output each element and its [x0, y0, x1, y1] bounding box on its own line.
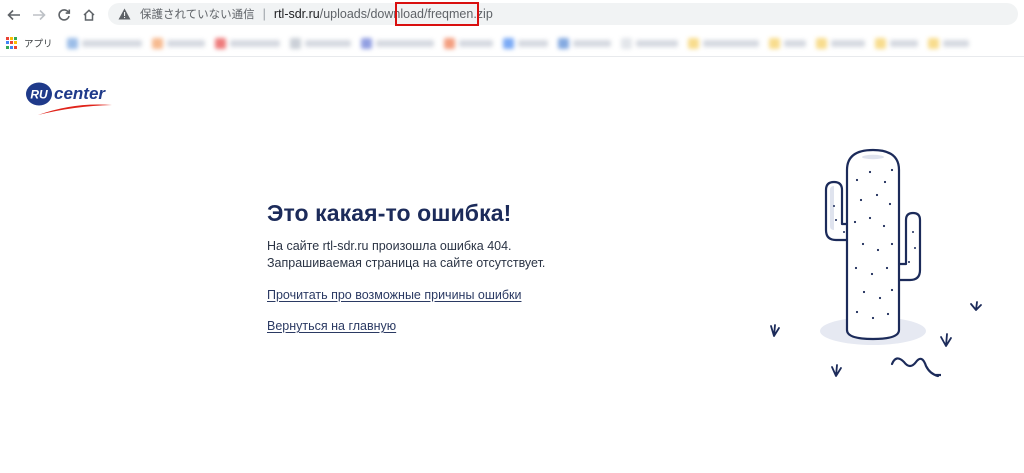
bookmark-item[interactable]	[214, 36, 280, 50]
error-content: Это какая-то ошибка! На сайте rtl-sdr.ru…	[267, 200, 687, 333]
bookmark-item[interactable]	[151, 36, 205, 50]
bookmark-item[interactable]	[66, 36, 142, 50]
url-path: /uploads/download	[319, 7, 424, 21]
arrow-right-icon	[33, 9, 46, 21]
bookmark-item[interactable]	[927, 36, 969, 50]
logo-ru-text: RU	[30, 88, 48, 102]
error-message-line-2: Запрашиваемая страница на сайте отсутств…	[267, 256, 546, 270]
bookmark-item[interactable]	[502, 36, 548, 50]
bookmarks-bar: アプリ	[0, 30, 1024, 57]
bookmark-item[interactable]	[768, 36, 806, 50]
home-link[interactable]: Вернуться на главную	[267, 319, 687, 333]
bookmark-item[interactable]	[289, 36, 351, 50]
error-reasons-link[interactable]: Прочитать про возможные причины ошибки	[267, 288, 687, 302]
bookmark-item[interactable]	[687, 36, 759, 50]
apps-grid-icon[interactable]	[6, 37, 18, 49]
address-bar[interactable]: 保護されていない通信 | rtl-sdr.ru/uploads/download…	[108, 3, 1018, 25]
arrow-left-icon	[7, 9, 20, 21]
browser-toolbar: 保護されていない通信 | rtl-sdr.ru/uploads/download…	[0, 0, 1024, 30]
url-host: rtl-sdr.ru	[273, 7, 320, 21]
cactus-illustration	[770, 148, 982, 378]
url-file: /freqmen.zip	[424, 7, 493, 21]
bookmark-item[interactable]	[443, 36, 493, 50]
ru-center-logo[interactable]: RU center	[24, 80, 120, 120]
bookmark-item[interactable]	[557, 36, 611, 50]
bookmark-item[interactable]	[620, 36, 678, 50]
forward-button[interactable]	[28, 4, 50, 26]
home-icon	[83, 9, 95, 21]
reload-icon	[58, 9, 71, 21]
security-status-text[interactable]: 保護されていない通信	[140, 6, 255, 22]
logo-swoosh	[38, 104, 112, 115]
apps-label[interactable]: アプリ	[24, 36, 53, 50]
bookmark-item[interactable]	[815, 36, 865, 50]
url-separator: |	[262, 7, 266, 21]
error-message-line-1: На сайте rtl-sdr.ru произошла ошибка 404…	[267, 239, 512, 253]
bookmark-item[interactable]	[360, 36, 434, 50]
back-button[interactable]	[3, 4, 25, 26]
page-title: Это какая-то ошибка!	[267, 200, 512, 226]
home-button[interactable]	[78, 4, 100, 26]
bookmark-item[interactable]	[874, 36, 918, 50]
reload-button[interactable]	[53, 4, 75, 26]
logo-center-text: center	[54, 84, 106, 103]
warning-icon[interactable]	[118, 7, 132, 21]
